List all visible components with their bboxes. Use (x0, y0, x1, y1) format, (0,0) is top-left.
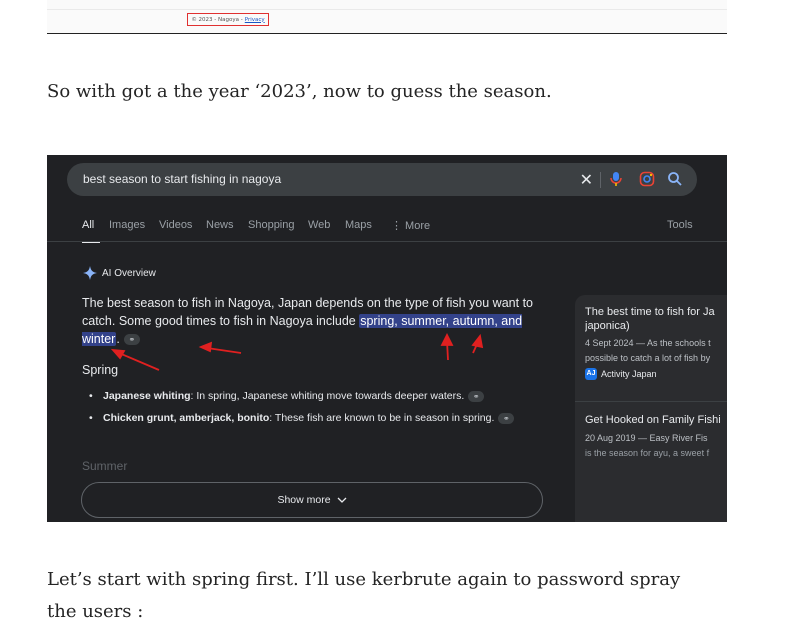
copyright-annotation-box: © 2023 - Nagoya - Privacy (187, 13, 269, 26)
paragraph-year-season: So with got a the year ‘2023’, now to gu… (47, 81, 552, 102)
google-search-screenshot: best season to start fishing in nagoya ✕… (47, 155, 727, 522)
annotation-arrow (206, 347, 242, 354)
previous-image-footer (47, 0, 727, 34)
arrow-head (471, 333, 484, 349)
privacy-link[interactable]: Privacy (245, 17, 265, 23)
paragraph-spring-kerbrute: Let’s start with spring first. I’ll use … (47, 569, 681, 622)
arrow-head (110, 348, 126, 360)
footer-faint-line (47, 9, 727, 10)
arrow-head (440, 332, 454, 346)
footer-divider (47, 33, 727, 34)
copyright-text: © 2023 - Nagoya - (191, 16, 243, 23)
red-annotation-arrows (110, 332, 484, 371)
annotation-arrow (118, 352, 160, 371)
arrow-head (198, 341, 213, 353)
